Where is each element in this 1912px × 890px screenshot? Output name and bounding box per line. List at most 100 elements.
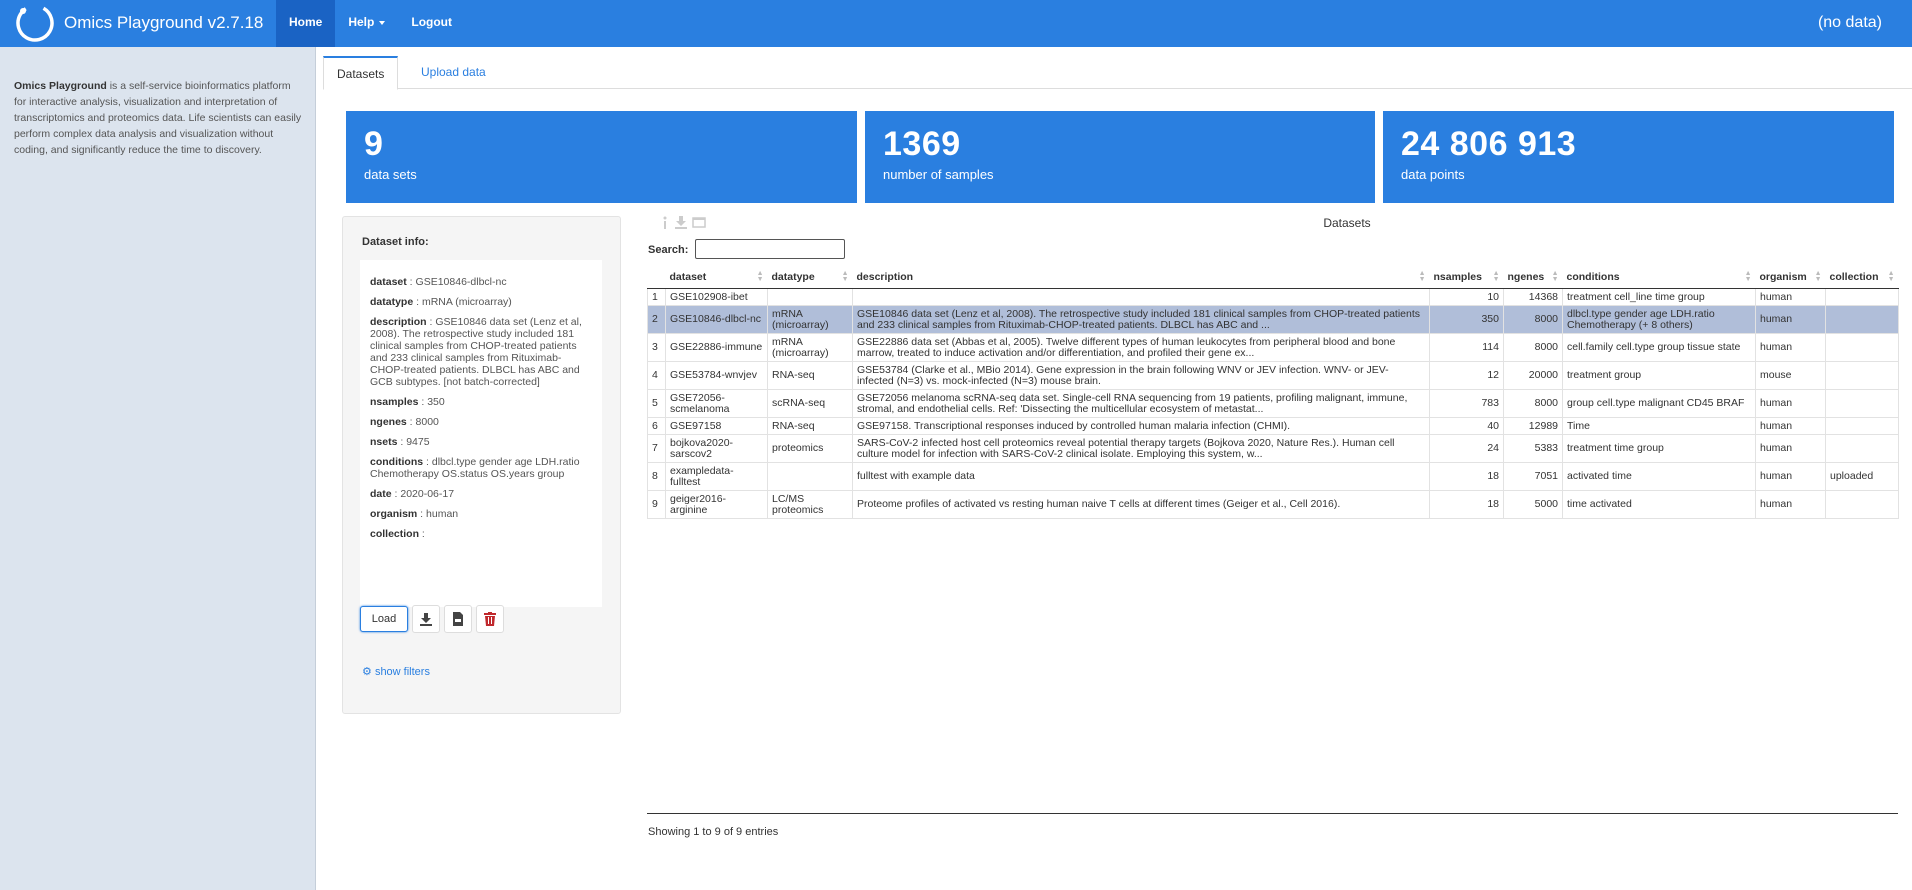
col-header-dataset[interactable]: dataset ▲ ▼ (665, 266, 768, 289)
col-header-collection[interactable]: collection ▲ ▼ (1825, 266, 1899, 289)
table-cell-nsamples: 18 (1429, 490, 1504, 519)
table-cell-conditions: treatment time group (1562, 434, 1756, 463)
load-button[interactable]: Load (360, 606, 408, 632)
table-cell-collection (1825, 333, 1899, 362)
stat-label: data points (1401, 167, 1465, 182)
table-cell-ngenes: 8000 (1503, 333, 1563, 362)
stat-label: number of samples (883, 167, 994, 182)
table-cell-dataset: GSE22886-immune (665, 333, 768, 362)
table-toolbar (660, 216, 706, 229)
table-cell-description: fulltest with example data (852, 462, 1430, 491)
table-cell-nsamples: 783 (1429, 389, 1504, 418)
table-cell-collection (1825, 417, 1899, 435)
table-cell-ngenes: 5383 (1503, 434, 1563, 463)
tab-datasets[interactable]: Datasets (323, 56, 399, 90)
table-cell-index: 1 (647, 288, 666, 306)
stat-datapoints: 24 806 913 data points (1383, 111, 1894, 203)
table-cell-organism: human (1755, 417, 1826, 435)
col-header-nsamples[interactable]: nsamples ▲ ▼ (1429, 266, 1504, 289)
info-key: conditions (370, 456, 424, 468)
table-row[interactable]: 6 GSE97158 RNA-seq GSE97158. Transcriptiona… (647, 417, 1899, 435)
col-header-conditions[interactable]: conditions ▲ ▼ (1562, 266, 1756, 289)
dataset-info-list: dataset : GSE10846-dlbcl-nc datatype : m… (360, 260, 602, 540)
table-cell-ngenes: 20000 (1503, 361, 1563, 390)
sort-icon: ▲ ▼ (1814, 270, 1822, 283)
info-row-nsets: nsets : 9475 (370, 436, 430, 448)
col-header-datatype[interactable]: datatype ▲ ▼ (767, 266, 853, 289)
nav-help[interactable]: Help (335, 0, 398, 47)
info-key: date (370, 488, 392, 500)
table-cell-index: 5 (647, 389, 666, 418)
col-header-organism[interactable]: organism ▲ ▼ (1755, 266, 1826, 289)
sort-icon: ▲ ▼ (1492, 270, 1500, 283)
col-header-description[interactable]: description ▲ ▼ (852, 266, 1430, 289)
table-cell-conditions: Time (1562, 417, 1756, 435)
table-cell-collection (1825, 361, 1899, 390)
table-cell-ngenes: 7051 (1503, 462, 1563, 491)
info-value: 9475 (406, 436, 430, 448)
fullscreen-icon[interactable] (692, 216, 706, 229)
download-icon[interactable] (674, 216, 688, 229)
tab-upload-data[interactable]: Upload data (408, 56, 499, 88)
table-row[interactable]: 5 GSE72056-scmelanoma scRNA-seq GSE72056 me… (647, 389, 1899, 418)
info-key: dataset (370, 276, 407, 288)
table-cell-nsamples: 10 (1429, 288, 1504, 306)
info-key: organism (370, 508, 418, 520)
download-csv-button[interactable] (444, 605, 472, 633)
stat-value: 1369 (883, 125, 961, 163)
table-body: 1 GSE102908-ibet 10 14368 treatment cell_lin… (647, 288, 1899, 519)
table-cell-conditions: treatment group (1562, 361, 1756, 390)
delete-button[interactable] (476, 605, 504, 633)
download-button[interactable] (412, 605, 440, 633)
csv-file-icon (453, 612, 463, 626)
entries-info: Showing 1 to 9 of 9 entries (648, 826, 779, 838)
table-cell-organism: human (1755, 288, 1826, 306)
app-logo-icon[interactable] (16, 4, 54, 42)
table-cell-description: GSE72056 melanoma scRNA-seq data set. Si… (852, 389, 1430, 418)
table-row[interactable]: 8 exampledata-fulltest fulltest with examp… (647, 462, 1899, 491)
col-header-ngenes[interactable]: ngenes ▲ ▼ (1503, 266, 1563, 289)
info-value: mRNA (microarray) (421, 296, 512, 308)
navbar: Omics Playground v2.7.18 Home Help Logou… (0, 0, 1912, 47)
col-header-label: description (856, 271, 914, 283)
info-icon[interactable] (660, 216, 670, 229)
dataset-info-box: dataset : GSE10846-dlbcl-nc datatype : m… (360, 260, 602, 607)
table-cell-organism: human (1755, 305, 1826, 334)
info-value: 2020-06-17 (400, 488, 455, 500)
sort-icon: ▲ ▼ (1887, 270, 1895, 283)
sort-icon: ▲ ▼ (1744, 270, 1752, 283)
info-row-date: date : 2020-06-17 (370, 488, 455, 500)
main-nav: Home Help Logout (276, 0, 465, 47)
table-row[interactable]: 1 GSE102908-ibet 10 14368 treatment cell_lin… (647, 288, 1899, 306)
info-key: nsamples (370, 396, 419, 408)
table-row[interactable]: 7 bojkova2020-sarscov2 proteomics SARS-CoV-… (647, 434, 1899, 463)
table-cell-dataset: exampledata-fulltest (665, 462, 768, 491)
dataset-info-title: Dataset info: (362, 236, 429, 248)
table-cell-ngenes: 12989 (1503, 417, 1563, 435)
show-filters-link[interactable]: ⚙ show filters (362, 665, 430, 678)
info-row-collection: collection : (370, 528, 425, 540)
table-cell-index: 6 (647, 417, 666, 435)
info-value: 8000 (415, 416, 439, 428)
table-row[interactable]: 3 GSE22886-immune mRNA (microarray) GSE2288… (647, 333, 1899, 362)
col-header-label: ngenes (1507, 271, 1545, 283)
table-cell-datatype: LC/MS proteomics (767, 490, 853, 519)
nav-home[interactable]: Home (276, 0, 336, 47)
stat-samples: 1369 number of samples (865, 111, 1375, 203)
table-cell-dataset: GSE72056-scmelanoma (665, 389, 768, 418)
table-cell-datatype: RNA-seq (767, 417, 853, 435)
info-key: datatype (370, 296, 414, 308)
info-value: GSE10846-dlbcl-nc (415, 276, 507, 288)
chevron-down-icon (379, 20, 386, 25)
table-row[interactable]: 4 GSE53784-wnvjev RNA-seq GSE53784 (Clarke … (647, 361, 1899, 390)
table-row[interactable]: 9 geiger2016-arginine LC/MS proteomics Prot… (647, 490, 1899, 519)
table-row[interactable]: 2 GSE10846-dlbcl-nc mRNA (microarray) GSE10… (647, 305, 1899, 334)
table-cell-index: 9 (647, 490, 666, 519)
table-cell-organism: human (1755, 434, 1826, 463)
dataset-info-panel: Dataset info: dataset : GSE10846-dlbcl-n… (342, 216, 621, 714)
info-row-organism: organism : human (370, 508, 459, 520)
search-input[interactable] (695, 239, 845, 259)
table-cell-collection (1825, 389, 1899, 418)
nav-logout[interactable]: Logout (398, 0, 465, 47)
app-title: Omics Playground v2.7.18 (64, 13, 264, 32)
